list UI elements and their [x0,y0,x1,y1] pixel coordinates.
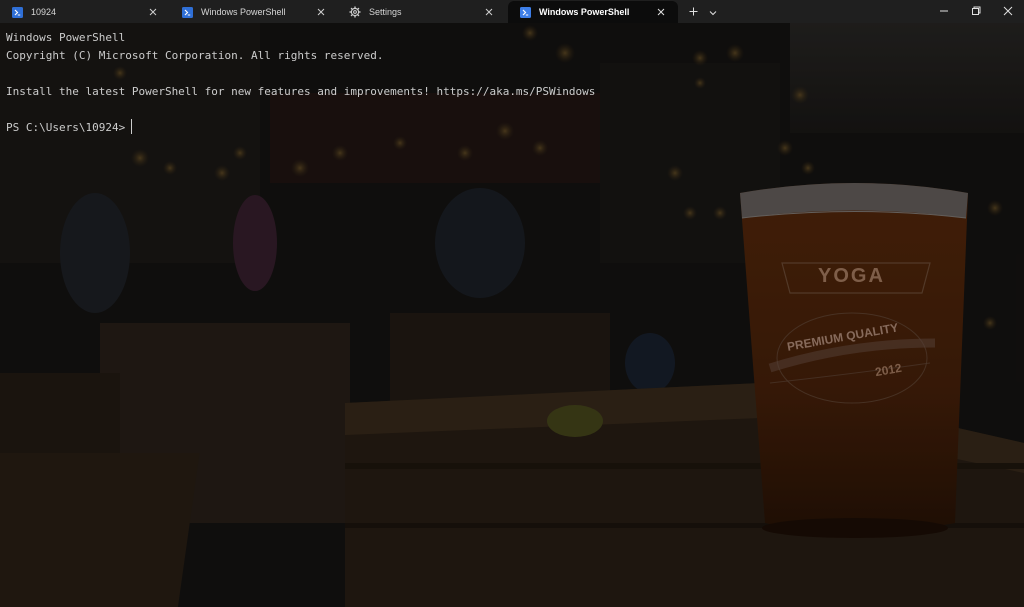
new-tab-button[interactable] [684,2,702,22]
close-icon[interactable] [654,5,668,19]
close-icon [1003,3,1013,21]
prompt-text: PS C:\Users\10924> [6,121,126,134]
title-bar: 10924 Windows PowerShell Settings Window… [0,0,1024,23]
window-close-button[interactable] [992,0,1024,23]
gear-icon [349,6,361,18]
tab-settings[interactable]: Settings [338,1,506,23]
tab-windows-powershell[interactable]: Windows PowerShell [170,1,338,23]
plus-icon [689,3,698,21]
minimize-button[interactable] [928,0,960,23]
close-icon[interactable] [146,5,160,19]
tab-label: Windows PowerShell [201,7,286,17]
minimize-icon [939,3,949,21]
terminal-output: Windows PowerShell Copyright (C) Microso… [6,29,595,137]
tab-dropdown-button[interactable] [705,2,721,22]
powershell-icon [519,6,531,18]
chevron-down-icon [709,3,717,21]
glass-brand-text: YOGA [818,265,885,287]
close-icon[interactable] [482,5,496,19]
restore-icon [971,3,981,21]
powershell-icon [11,6,23,18]
restore-button[interactable] [960,0,992,23]
text-cursor [131,119,133,134]
tab-windows-powershell-active[interactable]: Windows PowerShell [508,1,678,23]
terminal-line: Windows PowerShell [6,31,126,44]
close-icon[interactable] [314,5,328,19]
tab-label: Settings [369,7,402,17]
tab-label: 10924 [31,7,57,17]
tab-label: Windows PowerShell [539,7,630,17]
terminal-line: Copyright (C) Microsoft Corporation. All… [6,49,384,62]
terminal-pane[interactable]: YOGA PREMIUM QUALITY 2012 Windows PowerS… [0,23,1024,607]
prompt-line[interactable]: PS C:\Users\10924> [6,119,595,137]
terminal-line: Install the latest PowerShell for new fe… [6,85,596,98]
tab-10924[interactable]: 10924 [0,1,170,23]
powershell-icon [181,6,193,18]
